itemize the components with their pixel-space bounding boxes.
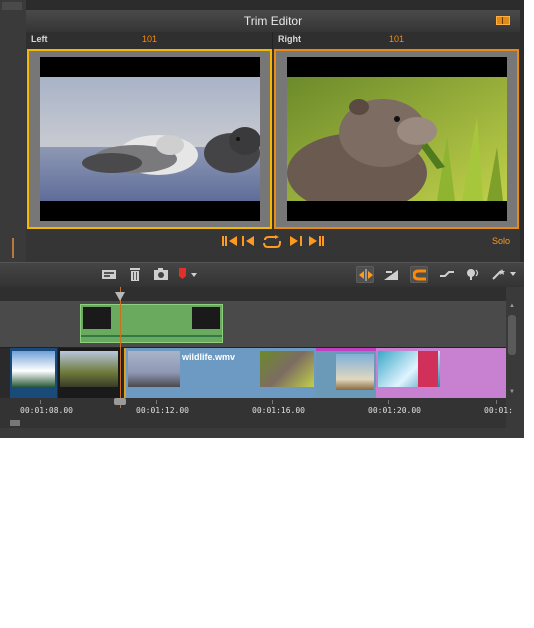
clip-thumbnail — [12, 351, 55, 387]
clip-thumbnail — [260, 351, 314, 387]
camera-icon[interactable] — [152, 266, 170, 283]
ruler-tick — [272, 400, 273, 404]
clip-thumbnail — [336, 354, 374, 390]
clip-volume-line — [81, 335, 222, 337]
trim-editor-panel: Trim Editor Left 101 Right 101 Solo — [26, 10, 520, 262]
timecode-ruler[interactable]: 00:01:08.00 00:01:12.00 00:01:16.00 00:0… — [0, 398, 513, 428]
magnet-icon[interactable] — [410, 266, 428, 283]
step-forward-icon[interactable] — [288, 235, 302, 249]
video-clip[interactable] — [316, 348, 376, 398]
timecode-label: 00:01:16.00 — [252, 406, 305, 415]
left-side-header: Left 101 — [26, 32, 273, 49]
timecode-label: 00:01:12.00 — [136, 406, 189, 415]
audio-icon[interactable] — [464, 266, 482, 283]
video-clip[interactable] — [10, 348, 57, 398]
left-panel-handle[interactable] — [12, 238, 14, 258]
clip-thumbnail — [192, 307, 220, 329]
right-preview[interactable] — [274, 49, 519, 229]
timeline-scrubber[interactable] — [0, 287, 506, 302]
video-clip[interactable] — [58, 348, 122, 398]
zoom-handle[interactable] — [10, 420, 20, 426]
overlay-track[interactable] — [0, 301, 506, 348]
clip-thumbnail — [60, 351, 118, 387]
timecode-label: 00:01: — [484, 406, 513, 415]
trim-editor-title: Trim Editor — [243, 14, 303, 28]
timeline: wildlife.wmv 00:01:08.00 00:01:12.00 00:… — [0, 287, 524, 438]
solo-button[interactable]: Solo — [492, 236, 510, 246]
wildlife-clip[interactable]: wildlife.wmv — [124, 348, 316, 398]
left-video-frame — [40, 57, 260, 221]
right-frame-count[interactable]: 101 — [389, 34, 404, 44]
right-video-frame — [287, 57, 507, 221]
clip-thumbnail — [418, 351, 438, 387]
left-panel-tab[interactable] — [2, 2, 22, 10]
trim-transport: Solo — [26, 232, 520, 254]
transition-icon[interactable] — [438, 266, 456, 283]
marker-icon[interactable] — [175, 266, 199, 283]
title-icon[interactable] — [100, 266, 118, 283]
left-frame-count[interactable]: 101 — [142, 34, 157, 44]
right-side-label: Right — [278, 34, 301, 44]
loop-icon[interactable] — [262, 235, 282, 249]
skip-back-icon[interactable] — [222, 235, 238, 249]
left-preview[interactable] — [27, 49, 272, 229]
ruler-tick — [496, 400, 497, 404]
right-side-header: Right 101 — [273, 32, 520, 49]
trash-icon[interactable] — [126, 266, 144, 283]
ruler-tick — [40, 400, 41, 404]
main-video-track[interactable]: wildlife.wmv — [0, 348, 506, 398]
split-icon[interactable] — [356, 266, 374, 283]
ruler-tick — [388, 400, 389, 404]
ruler-tick — [156, 400, 157, 404]
left-panel-edge — [0, 0, 27, 262]
marmot-image — [287, 77, 507, 201]
application-window: Trim Editor Left 101 Right 101 Solo wild… — [0, 0, 524, 438]
timeline-scrollbar[interactable]: ▲ ▼ — [506, 301, 518, 401]
effects-icon[interactable] — [490, 266, 520, 283]
dual-view-icon[interactable] — [496, 16, 510, 25]
overlay-clip[interactable] — [80, 304, 223, 343]
playhead-marker-icon[interactable] — [115, 292, 125, 301]
clip-thumbnail — [83, 307, 111, 329]
video-clip[interactable] — [376, 348, 506, 398]
playhead-line[interactable] — [120, 287, 121, 408]
timecode-label: 00:01:08.00 — [20, 406, 73, 415]
step-back-icon[interactable] — [242, 235, 256, 249]
trim-editor-titlebar: Trim Editor — [26, 10, 520, 33]
clip-name: wildlife.wmv — [182, 352, 236, 362]
scrollbar-thumb[interactable] — [508, 315, 516, 355]
skip-forward-icon[interactable] — [308, 235, 324, 249]
scroll-up-icon[interactable]: ▲ — [509, 303, 515, 309]
left-side-label: Left — [31, 34, 48, 44]
timecode-label: 00:01:20.00 — [368, 406, 421, 415]
playhead-handle[interactable] — [114, 398, 126, 405]
seals-image — [40, 77, 260, 201]
scroll-down-icon[interactable]: ▼ — [509, 389, 515, 395]
clip-thumbnail — [128, 351, 180, 387]
speed-icon[interactable] — [382, 266, 400, 283]
timeline-toolbar — [0, 262, 524, 288]
